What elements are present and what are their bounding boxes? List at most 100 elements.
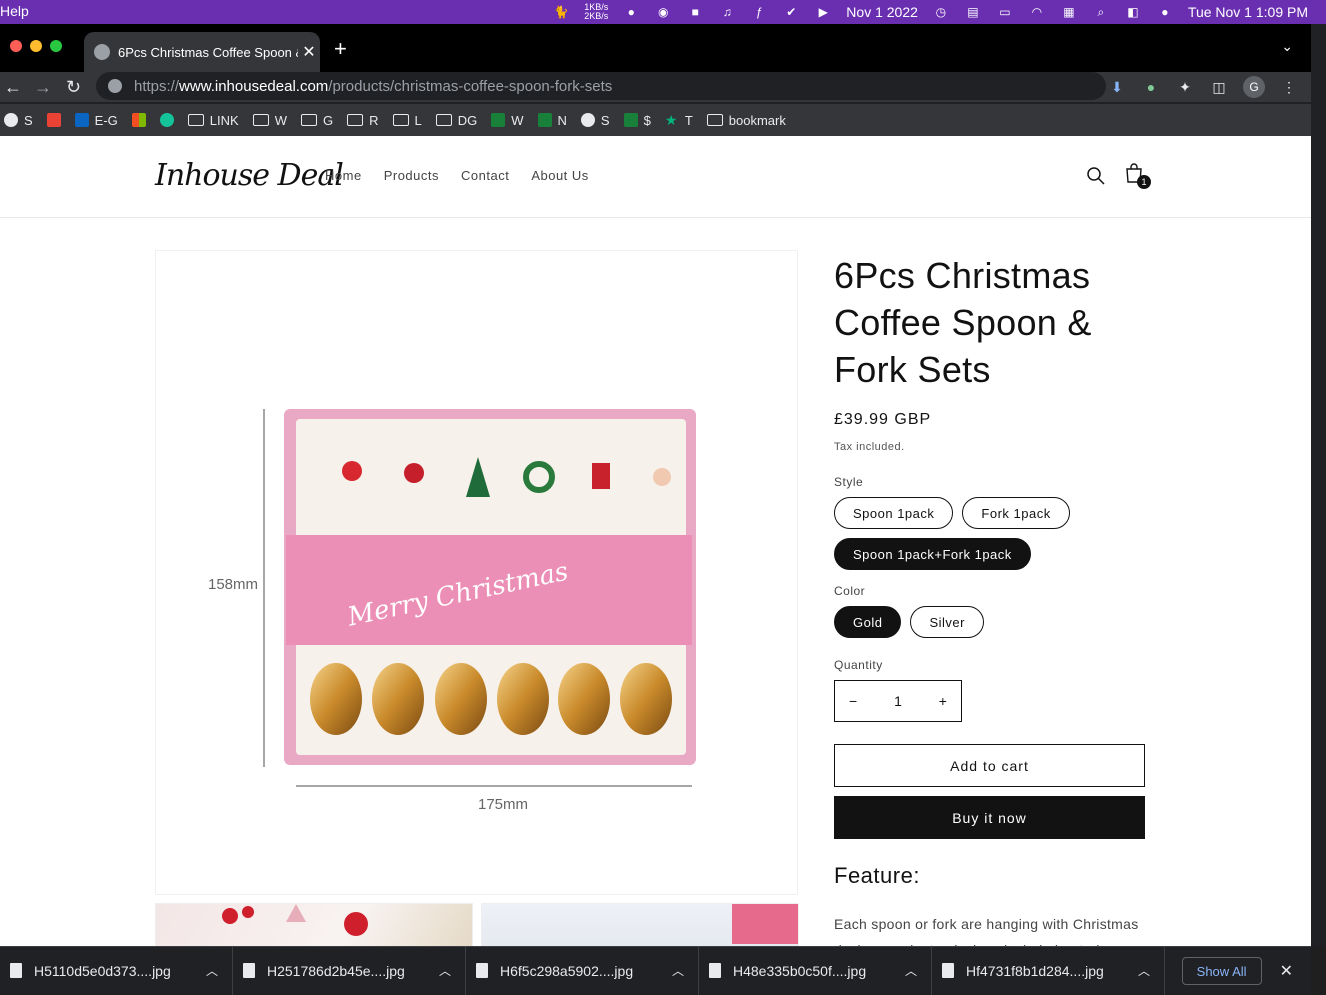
nav-home[interactable]: Home: [325, 168, 362, 183]
bookmark-g[interactable]: G: [300, 113, 333, 128]
tab-search-chevron-icon[interactable]: ⌄: [1281, 38, 1293, 55]
minimize-window-button[interactable]: [30, 40, 42, 52]
quantity-input[interactable]: 1: [894, 693, 902, 709]
url-host: www.inhousedeal.com: [179, 77, 329, 95]
color-option-gold[interactable]: Gold: [834, 606, 902, 638]
image-height-label: 158mm: [208, 576, 258, 593]
time-machine-icon[interactable]: ◷: [932, 5, 950, 19]
us-flag-icon[interactable]: ▤: [964, 5, 982, 19]
sheets-icon: [491, 113, 506, 127]
microsoft-icon: [131, 113, 146, 127]
download-icon[interactable]: ⬇: [1107, 77, 1127, 97]
cart-button[interactable]: 1: [1124, 162, 1151, 189]
keyboard-icon[interactable]: ▦: [1060, 5, 1078, 19]
chat-icon[interactable]: ●: [622, 5, 640, 19]
profile-avatar[interactable]: G: [1243, 76, 1265, 98]
macos-menu-bar: Help 🐈 1KB/s 2KB/s ● ◉ ■ ♫ ƒ ✔ ▶ Nov 1 20…: [0, 0, 1326, 24]
nav-about-us[interactable]: About Us: [531, 168, 588, 183]
color-option-silver[interactable]: Silver: [910, 606, 984, 638]
app-menu-help[interactable]: Help: [0, 3, 29, 19]
product-main-image[interactable]: 158mm 175mm Merry Christmas: [155, 250, 798, 895]
reload-button[interactable]: ↻: [66, 76, 81, 98]
bookmark-t[interactable]: ★ T: [665, 113, 693, 128]
bookmarks-bar: S E-G LINK W G R L DG W N S $ ★ T bookmar…: [0, 104, 1311, 136]
address-bar[interactable]: https://www.inhousedeal.com/products/chr…: [96, 72, 1106, 100]
kebab-menu-icon[interactable]: ⋮: [1279, 77, 1299, 97]
chevron-up-icon[interactable]: ︿: [1138, 962, 1164, 979]
forward-button[interactable]: →: [34, 76, 52, 98]
chevron-up-icon[interactable]: ︿: [439, 962, 465, 979]
bookmark-e-g[interactable]: E-G: [74, 113, 118, 128]
siri-icon[interactable]: ●: [1156, 5, 1174, 19]
style-option-fork[interactable]: Fork 1pack: [962, 497, 1070, 529]
product-thumbnail-2[interactable]: [481, 903, 799, 946]
download-item[interactable]: H6f5c298a5902....jpg ︿: [466, 946, 699, 995]
close-window-button[interactable]: [10, 40, 22, 52]
tab-strip: 6Pcs Christmas Coffee Spoon & Fork Sets …: [0, 24, 1311, 72]
bookmark-link[interactable]: LINK: [187, 113, 239, 128]
puzzle-icon[interactable]: ✦: [1175, 77, 1195, 97]
check-icon[interactable]: ✔: [782, 5, 800, 19]
bookmark-r[interactable]: R: [347, 113, 379, 128]
download-item[interactable]: H48e335b0c50f....jpg ︿: [699, 946, 932, 995]
chevron-up-icon[interactable]: ︿: [905, 962, 931, 979]
quantity-plus-button[interactable]: +: [939, 693, 947, 709]
app-icon[interactable]: ■: [686, 5, 704, 19]
extension-circle-icon[interactable]: ●: [1141, 77, 1161, 97]
tab-active[interactable]: 6Pcs Christmas Coffee Spoon & Fork Sets …: [84, 32, 320, 72]
folder-icon: [252, 114, 269, 126]
style-option-spoon[interactable]: Spoon 1pack: [834, 497, 954, 529]
play-icon[interactable]: ▶: [814, 5, 832, 19]
bookmark-l[interactable]: L: [392, 113, 422, 128]
main-nav: Home Products Contact About Us: [325, 168, 589, 183]
notification-icon[interactable]: ♫: [718, 5, 736, 19]
buy-it-now-button[interactable]: Buy it now: [834, 796, 1145, 839]
search-icon[interactable]: [1086, 166, 1106, 186]
wechat-icon[interactable]: ◉: [654, 5, 672, 19]
cat-icon[interactable]: 🐈: [552, 5, 570, 19]
nav-products[interactable]: Products: [384, 168, 439, 183]
new-tab-button[interactable]: +: [334, 38, 347, 60]
tab-close-icon[interactable]: ✕: [298, 42, 320, 62]
bookmark-gmail[interactable]: [46, 113, 61, 127]
wifi-icon[interactable]: ◠: [1028, 5, 1046, 19]
style-options: Spoon 1pack Fork 1pack Spoon 1pack+Fork …: [834, 497, 1146, 570]
chevron-up-icon[interactable]: ︿: [672, 962, 698, 979]
color-options: Gold Silver: [834, 606, 1146, 638]
nav-contact[interactable]: Contact: [461, 168, 509, 183]
download-item[interactable]: H251786d2b45e....jpg ︿: [233, 946, 466, 995]
product-thumbnail-1[interactable]: [155, 903, 473, 946]
close-downloads-icon[interactable]: ✕: [1280, 961, 1293, 981]
bookmark-microsoft[interactable]: [131, 113, 146, 127]
chevron-up-icon[interactable]: ︿: [206, 962, 232, 979]
spotlight-icon[interactable]: ⌕: [1092, 5, 1110, 19]
control-center-icon[interactable]: ◧: [1124, 5, 1142, 19]
folder-icon: [347, 114, 364, 126]
back-button[interactable]: ←: [4, 76, 22, 98]
add-to-cart-button[interactable]: Add to cart: [834, 744, 1145, 787]
folder-icon: [706, 114, 723, 126]
bookmark-folder[interactable]: bookmark: [706, 113, 786, 128]
bookmark-w[interactable]: W: [252, 113, 287, 128]
site-header: Inhouse Deal Home Products Contact About…: [0, 136, 1311, 218]
script-icon[interactable]: ƒ: [750, 5, 768, 19]
bookmark-dollar[interactable]: $: [623, 113, 651, 128]
side-panel-icon[interactable]: ◫: [1209, 77, 1229, 97]
bookmark-n[interactable]: N: [537, 113, 567, 128]
show-all-button[interactable]: Show All: [1181, 957, 1262, 985]
download-item[interactable]: H5110d5e0d373....jpg ︿: [0, 946, 233, 995]
site-logo[interactable]: Inhouse Deal: [155, 158, 344, 193]
bookmark-dg[interactable]: DG: [435, 113, 477, 128]
zoom-window-button[interactable]: [50, 40, 62, 52]
bookmark-s[interactable]: S: [4, 113, 33, 128]
battery-icon[interactable]: ▭: [996, 5, 1014, 19]
folder-icon: [435, 114, 452, 126]
bookmark-s2[interactable]: S: [580, 113, 610, 128]
quantity-minus-button[interactable]: −: [849, 693, 857, 709]
style-option-spoon-fork[interactable]: Spoon 1pack+Fork 1pack: [834, 538, 1031, 570]
bookmark-grammarly[interactable]: [159, 113, 174, 127]
site-info-icon[interactable]: [108, 79, 122, 93]
download-item[interactable]: Hf4731f8b1d284....jpg ︿: [932, 946, 1165, 995]
bookmark-w2[interactable]: W: [491, 113, 524, 128]
menubar-date: Nov 1 2022: [846, 4, 918, 20]
